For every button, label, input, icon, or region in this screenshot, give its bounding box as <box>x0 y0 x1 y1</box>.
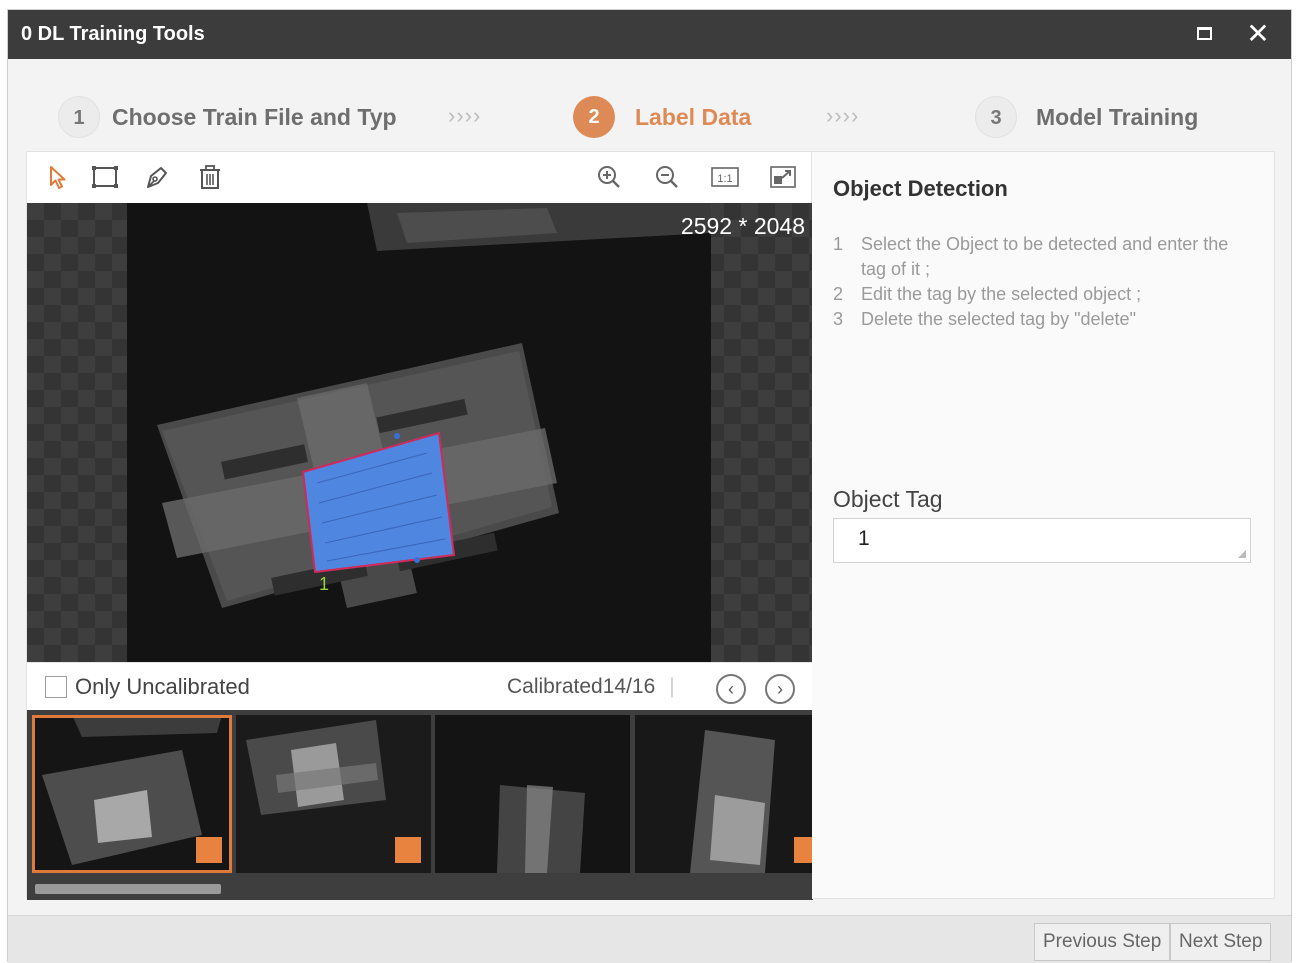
calibration-bar: Only Uncalibrated Calibrated14/16 | ‹ › <box>27 662 813 710</box>
image-canvas[interactable]: 1 2592 * 2048 <box>27 203 813 662</box>
step-indicator: 1 Choose Train File and Typ ›››› 2 Label… <box>8 59 1291 151</box>
footer-bar: Previous Step Next Step <box>8 915 1291 963</box>
pointer-icon <box>50 166 66 189</box>
instruction-item: 3 Delete the selected tag by "delete" <box>833 309 1136 329</box>
zoom-out-icon <box>656 166 678 188</box>
window-title: 0 DL Training Tools <box>21 23 205 45</box>
chevron-right-icon: › <box>777 679 783 699</box>
calibrated-badge-icon <box>395 837 421 863</box>
calibrated-count: Calibrated14/16 | <box>507 675 675 699</box>
sample-image: 1 <box>127 203 711 662</box>
instruction-list: 1 Select the Object to be detected and en… <box>833 232 1253 332</box>
rectangle-tool-button[interactable] <box>90 162 120 192</box>
actual-size-icon: 1:1 <box>711 167 739 187</box>
step-1-number: 1 <box>58 96 100 138</box>
image-resolution: 2592 * 2048 <box>680 213 805 239</box>
close-button[interactable]: ✕ <box>1244 20 1272 48</box>
step-1-label: Choose Train File and Typ <box>112 104 397 130</box>
zoom-in-icon <box>598 166 620 188</box>
pen-tool-button[interactable] <box>142 162 172 192</box>
previous-image-button[interactable]: ‹ <box>716 674 746 704</box>
thumbnail-strip <box>27 710 813 900</box>
object-tag-input[interactable]: 1 <box>833 518 1251 563</box>
maximize-icon <box>1197 27 1212 40</box>
delete-tool-button[interactable] <box>195 162 225 192</box>
info-panel: Object Detection 1 Select the Object to b… <box>812 151 1275 899</box>
fit-window-button[interactable] <box>768 162 798 192</box>
step-2-label: Label Data <box>635 104 752 130</box>
actual-size-text: 1:1 <box>717 173 732 185</box>
labeling-panel: 1:1 1 2592 * 2048 Only Uncalibrated Cali… <box>26 151 813 900</box>
fit-window-icon <box>770 166 796 188</box>
resize-grip-icon <box>1238 550 1246 558</box>
instruction-item: 1 Select the Object to be detected and en… <box>833 234 1229 279</box>
thumbnail-image <box>635 715 813 873</box>
dl-training-tools-window: 0 DL Training Tools ✕ 1 Choose Train Fil… <box>7 9 1292 963</box>
calibrated-badge-icon <box>196 837 222 863</box>
trash-icon <box>200 165 220 189</box>
thumbnail-item[interactable] <box>236 715 431 873</box>
rectangle-icon <box>92 166 118 188</box>
count-separator: | <box>669 675 675 698</box>
label-number-tag: 1 <box>319 574 329 594</box>
step-2-number: 2 <box>573 96 615 138</box>
thumbnail-item[interactable] <box>435 715 630 873</box>
actual-size-button[interactable]: 1:1 <box>710 162 740 192</box>
previous-step-button[interactable]: Previous Step <box>1034 923 1171 961</box>
step-3-label: Model Training <box>1036 104 1199 130</box>
thumbnail-scrollbar[interactable] <box>35 884 221 894</box>
chevron-left-icon: ‹ <box>728 679 734 699</box>
step-arrows: ›››› <box>448 103 482 128</box>
step-3-number: 3 <box>975 96 1017 138</box>
only-uncalibrated-checkbox[interactable] <box>45 676 67 698</box>
object-tag-value: 1 <box>858 527 870 550</box>
title-bar: 0 DL Training Tools ✕ <box>8 10 1291 59</box>
label-toolbar: 1:1 <box>27 152 811 203</box>
calibrated-count-text: Calibrated14/16 <box>507 675 656 698</box>
object-tag-label: Object Tag <box>833 486 943 512</box>
sample-image-content: 1 <box>127 203 711 662</box>
next-image-button[interactable]: › <box>765 674 795 704</box>
thumbnail-item[interactable] <box>635 715 813 873</box>
calibrated-badge-icon <box>794 837 813 863</box>
instruction-item: 2 Edit the tag by the selected object ; <box>833 284 1142 304</box>
zoom-out-button[interactable] <box>652 162 682 192</box>
next-step-button[interactable]: Next Step <box>1170 923 1272 961</box>
pointer-tool-button[interactable] <box>43 162 73 192</box>
step-arrows: ›››› <box>826 103 860 128</box>
only-uncalibrated-label: Only Uncalibrated <box>75 674 250 699</box>
maximize-button[interactable] <box>1191 20 1219 48</box>
pen-icon <box>147 167 167 188</box>
thumbnail-image <box>435 715 630 873</box>
thumbnail-item[interactable] <box>32 715 232 873</box>
panel-title: Object Detection <box>833 176 1008 201</box>
zoom-in-button[interactable] <box>594 162 624 192</box>
